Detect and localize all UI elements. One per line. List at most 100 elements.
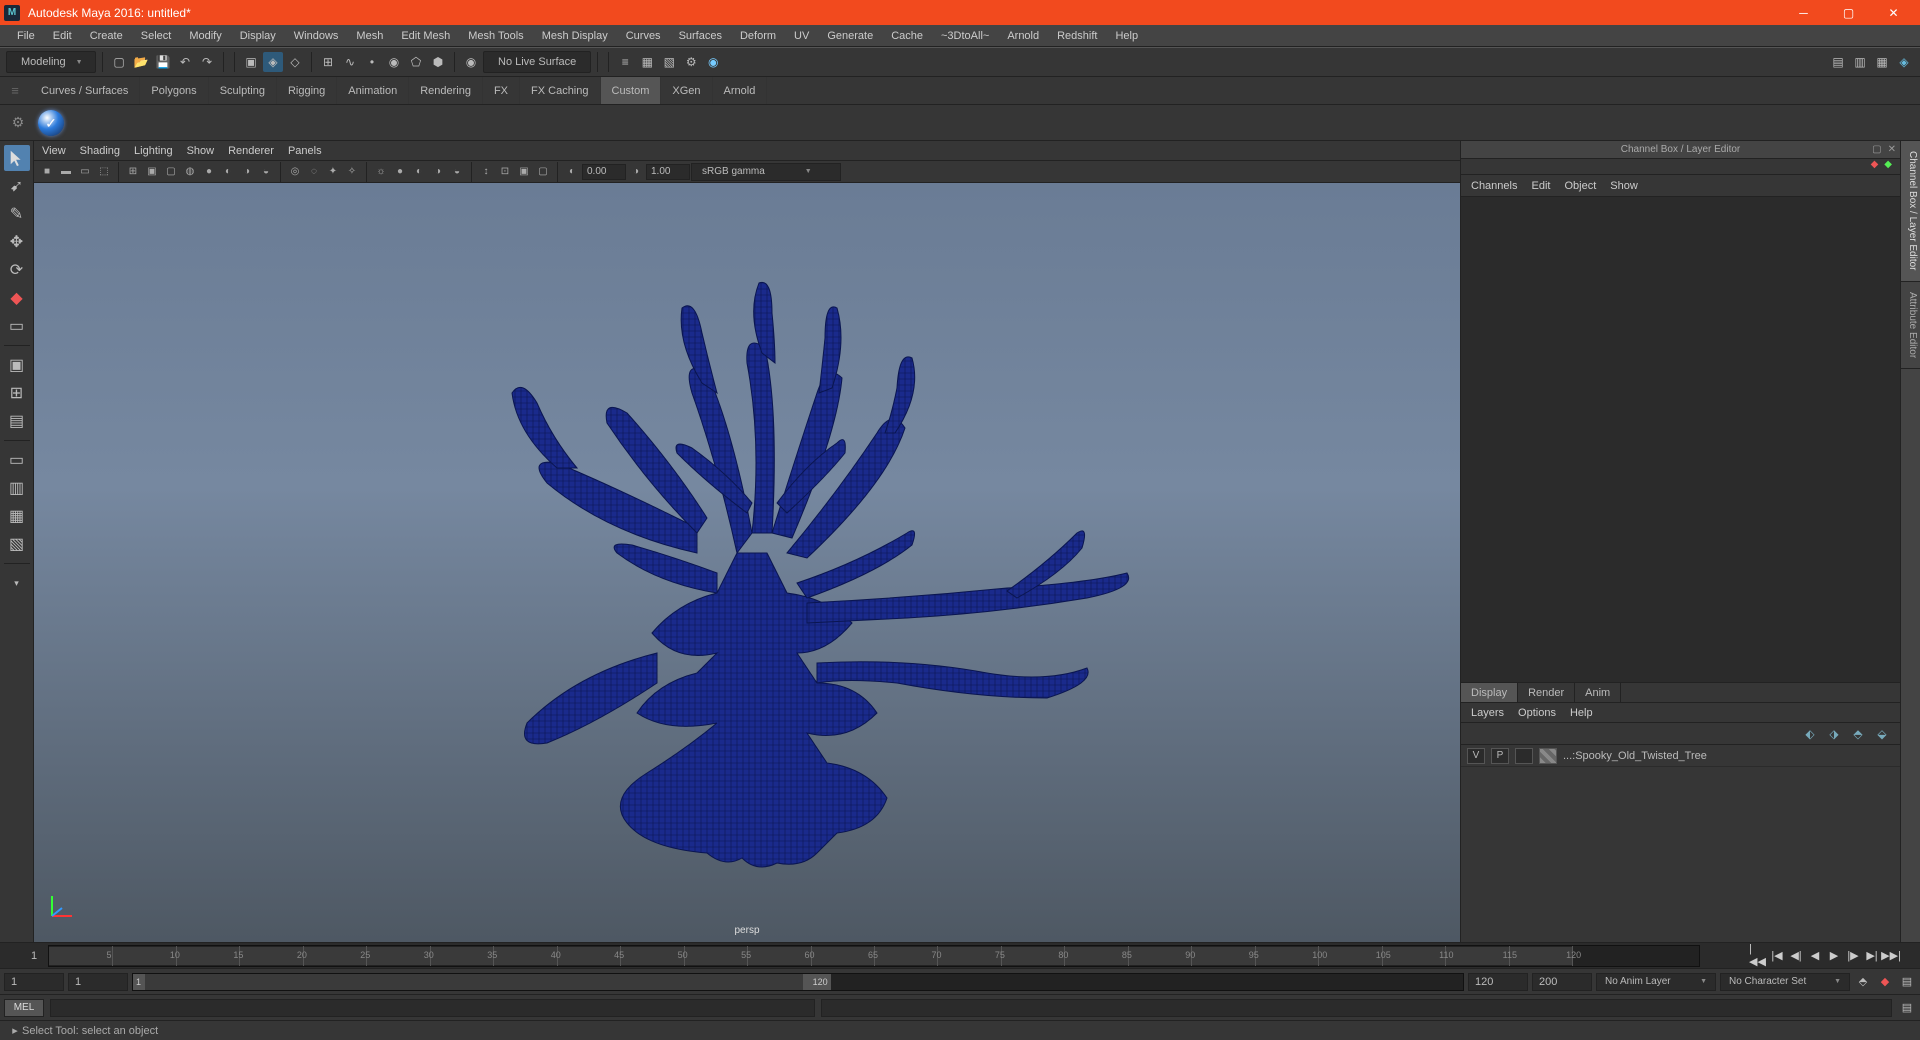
- panel-menu-show[interactable]: Show: [187, 145, 215, 157]
- side-tab-channelbox[interactable]: Channel Box / Layer Editor: [1901, 141, 1920, 282]
- menu-windows[interactable]: Windows: [285, 27, 348, 45]
- layer-color-swatch[interactable]: [1539, 748, 1557, 764]
- shelf-tab-fx-caching[interactable]: FX Caching: [520, 77, 600, 104]
- two-up-icon[interactable]: ⬚: [95, 163, 113, 181]
- play-fwd-button[interactable]: ▶: [1825, 947, 1843, 965]
- shelf-tab-arnold[interactable]: Arnold: [713, 77, 768, 104]
- menu-mesh-display[interactable]: Mesh Display: [533, 27, 617, 45]
- layer-tab-display[interactable]: Display: [1461, 683, 1518, 702]
- layer-move-down-icon[interactable]: ⬗: [1826, 726, 1842, 742]
- disp-a-icon[interactable]: ●: [391, 163, 409, 181]
- open-scene-icon[interactable]: 📂: [131, 52, 151, 72]
- help-line-toggle-icon[interactable]: ▸: [8, 1024, 22, 1037]
- redo-icon[interactable]: ↷: [197, 52, 217, 72]
- menu-cache[interactable]: Cache: [882, 27, 932, 45]
- shelf-options-icon[interactable]: ⚙: [6, 114, 30, 131]
- camera-bookmark-icon[interactable]: ▬: [57, 163, 75, 181]
- xray-components-icon[interactable]: ✧: [343, 163, 361, 181]
- four-pane-icon[interactable]: ⊞: [4, 380, 30, 406]
- wireframe-icon[interactable]: ◍: [181, 163, 199, 181]
- snap-grid-icon[interactable]: ⊞: [318, 52, 338, 72]
- menu-redshift[interactable]: Redshift: [1048, 27, 1106, 45]
- step-back-key-button[interactable]: |◀: [1768, 947, 1786, 965]
- layer-new-selected-icon[interactable]: ⬙: [1874, 726, 1890, 742]
- panel-layout-b-icon[interactable]: ▥: [1850, 52, 1870, 72]
- layer-item[interactable]: V P ...:Spooky_Old_Twisted_Tree: [1461, 745, 1900, 767]
- menu-create[interactable]: Create: [81, 27, 132, 45]
- gate-mask-icon[interactable]: ▢: [162, 163, 180, 181]
- shelf-tab-polygons[interactable]: Polygons: [140, 77, 208, 104]
- gamma-value[interactable]: 1.00: [646, 164, 690, 180]
- viewport-tool-d-icon[interactable]: ▢: [534, 163, 552, 181]
- smooth-shade-icon[interactable]: ●: [200, 163, 218, 181]
- menu-help[interactable]: Help: [1106, 27, 1147, 45]
- maximize-button[interactable]: ▢: [1826, 0, 1871, 25]
- disp-b-icon[interactable]: ◐: [410, 163, 428, 181]
- playback-prefs-icon[interactable]: ▤: [1898, 973, 1916, 991]
- channel-menu-edit[interactable]: Edit: [1531, 180, 1550, 192]
- grid-toggle-icon[interactable]: ⊞: [124, 163, 142, 181]
- panel-layout-a-icon[interactable]: ▤: [1828, 52, 1848, 72]
- range-start-handle[interactable]: 1: [133, 974, 145, 990]
- menu-deform[interactable]: Deform: [731, 27, 785, 45]
- channel-menu-show[interactable]: Show: [1610, 180, 1638, 192]
- last-tool[interactable]: ▭: [4, 313, 30, 339]
- command-input[interactable]: [50, 999, 815, 1017]
- shelf-tab-xgen[interactable]: XGen: [661, 77, 712, 104]
- panel-layout-d-icon[interactable]: ◈: [1894, 52, 1914, 72]
- camera-select-icon[interactable]: ■: [38, 163, 56, 181]
- snap-projected-icon[interactable]: ◉: [384, 52, 404, 72]
- xray-icon[interactable]: ◌: [305, 163, 323, 181]
- menu-arnold[interactable]: Arnold: [998, 27, 1048, 45]
- step-fwd-key-button[interactable]: ▶|: [1863, 947, 1881, 965]
- snap-curve-icon[interactable]: ∿: [340, 52, 360, 72]
- textured-icon[interactable]: ◐: [219, 163, 237, 181]
- layer-vis-toggle[interactable]: V: [1467, 748, 1485, 764]
- colorspace-dropdown[interactable]: sRGB gamma: [691, 163, 841, 181]
- paint-select-tool[interactable]: ✎: [4, 201, 30, 227]
- panel-menu-lighting[interactable]: Lighting: [134, 145, 173, 157]
- side-tab-attribute-editor[interactable]: Attribute Editor: [1901, 282, 1920, 369]
- menu-edit[interactable]: Edit: [44, 27, 81, 45]
- menu-mesh[interactable]: Mesh: [347, 27, 392, 45]
- playback-start-field[interactable]: 1: [68, 973, 128, 991]
- gamma-icon[interactable]: ◑: [627, 163, 645, 181]
- layer-display-type[interactable]: [1515, 748, 1533, 764]
- gamma-toggle-icon[interactable]: ◐: [563, 163, 581, 181]
- snap-plane-icon[interactable]: ⬠: [406, 52, 426, 72]
- select-by-hierarchy-icon[interactable]: ▣: [241, 52, 261, 72]
- isolate-select-icon[interactable]: ◎: [286, 163, 304, 181]
- set-key-button[interactable]: ◆: [1876, 973, 1894, 991]
- channel-menu-channels[interactable]: Channels: [1471, 180, 1517, 192]
- select-tool[interactable]: [4, 145, 30, 171]
- viewport-tool-a-icon[interactable]: ↕: [477, 163, 495, 181]
- menu-modify[interactable]: Modify: [180, 27, 230, 45]
- panel-menu-panels[interactable]: Panels: [288, 145, 322, 157]
- panel-menu-shading[interactable]: Shading: [80, 145, 120, 157]
- shelf-tab-custom[interactable]: Custom: [601, 77, 662, 104]
- anim-layer-dropdown[interactable]: No Anim Layer: [1596, 973, 1716, 991]
- close-button[interactable]: ✕: [1871, 0, 1916, 25]
- viewport-tool-b-icon[interactable]: ⊡: [496, 163, 514, 181]
- outliner-toggle-icon[interactable]: ▭: [4, 447, 30, 473]
- shelf-tab-rigging[interactable]: Rigging: [277, 77, 337, 104]
- exposure-icon[interactable]: ☼: [372, 163, 390, 181]
- menu-uv[interactable]: UV: [785, 27, 818, 45]
- film-gate-icon[interactable]: ▣: [143, 163, 161, 181]
- save-scene-icon[interactable]: 💾: [153, 52, 173, 72]
- toolbox-expand-icon[interactable]: ▾: [4, 570, 30, 596]
- go-end-button[interactable]: ▶▶|: [1882, 947, 1900, 965]
- manip-hyper-icon[interactable]: ◆: [1884, 159, 1892, 174]
- shelf-tab-rendering[interactable]: Rendering: [409, 77, 483, 104]
- command-mode-toggle[interactable]: MEL: [4, 999, 44, 1017]
- move-tool[interactable]: ✥: [4, 229, 30, 255]
- render-settings-icon[interactable]: ⚙: [681, 52, 701, 72]
- layer-menu-help[interactable]: Help: [1570, 707, 1593, 719]
- render-frame-icon[interactable]: ▦: [637, 52, 657, 72]
- play-back-button[interactable]: ◀: [1806, 947, 1824, 965]
- layer-menu-layers[interactable]: Layers: [1471, 707, 1504, 719]
- range-slider[interactable]: 1 120: [132, 973, 1464, 991]
- lasso-tool[interactable]: ➹: [4, 173, 30, 199]
- viewport-persp[interactable]: persp: [34, 183, 1460, 942]
- single-pane-icon[interactable]: ▣: [4, 352, 30, 378]
